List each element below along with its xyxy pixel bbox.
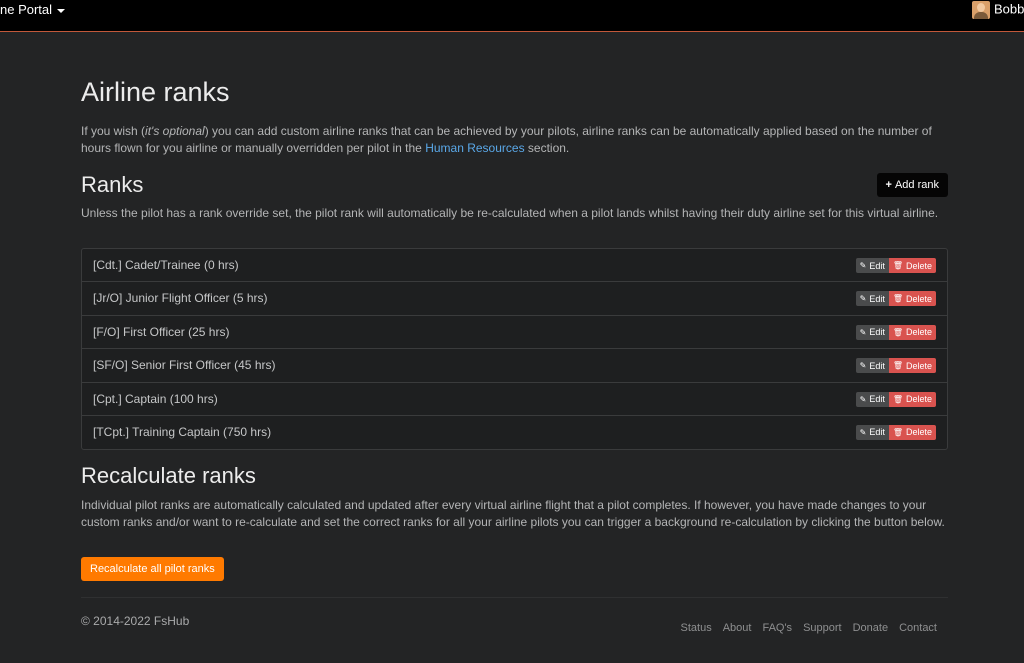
rank-row: [F/O] First Officer (25 hrs) ✎ Edit 🗑 Delete [82,316,947,350]
footer-link[interactable]: About [723,622,752,634]
portal-menu-label: ne Portal [0,2,53,17]
rank-actions: ✎ Edit 🗑 Delete [855,324,936,340]
rank-row: [Cpt.] Captain (100 hrs) ✎ Edit 🗑 Delete [82,383,947,416]
rank-name: [Jr/O] Junior Flight Officer (5 hrs) [93,291,268,306]
rank-actions: ✎ Edit 🗑 Delete [855,291,936,307]
intro-part-3: section. [524,141,570,155]
rank-row: [TCpt.] Training Captain (750 hrs) ✎ Edit 🗑… [82,416,947,449]
edit-label: Edit [869,394,885,405]
edit-label: Edit [869,327,885,338]
edit-icon: ✎ [859,294,867,304]
delete-rank-button[interactable]: 🗑 Delete [888,291,936,307]
rank-actions: ✎ Edit 🗑 Delete [855,424,936,440]
delete-label: Delete [905,293,932,304]
ranks-description: Unless the pilot has a rank override set… [81,206,939,220]
intro-part-1: If you wish ( [81,124,146,138]
delete-label: Delete [905,260,932,271]
trash-icon: 🗑 [892,261,903,270]
caret-down-icon [57,8,66,13]
edit-rank-button[interactable]: ✎ Edit [855,291,889,307]
rank-name: [F/O] First Officer (25 hrs) [93,324,230,339]
edit-label: Edit [869,427,885,438]
copyright: © 2014-2022 FsHub [81,614,190,628]
footer-link[interactable]: Donate [853,622,888,634]
edit-icon: ✎ [859,327,867,337]
rank-actions: ✎ Edit 🗑 Delete [855,358,936,374]
edit-label: Edit [869,293,885,304]
trash-icon: 🗑 [892,294,903,304]
rank-row: [Cdt.] Cadet/Trainee (0 hrs) ✎ Edit 🗑 Delete [82,249,947,283]
delete-rank-button[interactable]: 🗑 Delete [888,324,936,340]
delete-rank-button[interactable]: 🗑 Delete [888,258,936,273]
delete-label: Delete [905,327,932,338]
rank-row: [SF/O] Senior First Officer (45 hrs) ✎ Edi… [82,349,947,383]
edit-rank-button[interactable]: ✎ Edit [855,424,889,440]
user-menu[interactable]: Bobby [972,1,1024,19]
add-rank-label: Add rank [894,179,939,191]
edit-label: Edit [869,360,885,371]
trash-icon: 🗑 [892,327,903,337]
trash-icon: 🗑 [892,427,903,437]
rank-name: [Cpt.] Captain (100 hrs) [93,391,218,406]
edit-rank-button[interactable]: ✎ Edit [855,324,889,340]
edit-icon: ✎ [859,361,867,371]
rank-name: [Cdt.] Cadet/Trainee (0 hrs) [93,258,239,272]
rank-name: [SF/O] Senior First Officer (45 hrs) [93,358,276,373]
delete-label: Delete [905,427,932,438]
rank-actions: ✎ Edit 🗑 Delete [855,391,936,407]
page-title: Airline ranks [81,77,230,107]
recalculate-button[interactable]: Recalculate all pilot ranks [81,557,224,581]
delete-label: Delete [905,360,932,371]
add-rank-button[interactable]: + Add rank [876,173,948,197]
edit-rank-button[interactable]: ✎ Edit [855,358,889,374]
edit-icon: ✎ [859,427,867,437]
trash-icon: 🗑 [892,394,903,404]
edit-icon: ✎ [859,261,867,270]
edit-rank-button[interactable]: ✎ Edit [855,391,889,407]
rank-actions: ✎ Edit 🗑 Delete [855,258,936,273]
intro-text: If you wish (it's optional) you can add … [81,123,948,157]
recalculate-description: Individual pilot ranks are automatically… [81,498,945,529]
trash-icon: 🗑 [892,361,903,371]
delete-rank-button[interactable]: 🗑 Delete [888,358,936,374]
edit-label: Edit [869,260,885,271]
delete-label: Delete [905,394,932,405]
plus-icon: + [885,179,892,191]
ranks-heading: Ranks [81,172,144,197]
user-name: Bobby [994,1,1024,17]
intro-emphasis: it's optional [145,124,205,138]
top-navbar: ne Portal Bobby [0,0,1024,32]
delete-rank-button[interactable]: 🗑 Delete [888,391,936,407]
rank-row: [Jr/O] Junior Flight Officer (5 hrs) ✎ Edi… [82,282,947,316]
edit-icon: ✎ [859,394,867,404]
footer-link[interactable]: Contact [899,622,937,634]
delete-rank-button[interactable]: 🗑 Delete [888,424,936,440]
footer-links: Status About FAQ's Support Donate Contact [681,622,937,634]
portal-menu[interactable]: ne Portal [0,2,66,17]
footer-link[interactable]: Status [681,622,712,634]
avatar [972,1,990,19]
footer-divider [81,597,948,598]
rank-list: [Cdt.] Cadet/Trainee (0 hrs) ✎ Edit 🗑 Delete… [81,248,948,451]
human-resources-link[interactable]: Human Resources [425,141,524,155]
recalculate-heading: Recalculate ranks [81,463,256,488]
footer-link[interactable]: Support [803,622,842,634]
edit-rank-button[interactable]: ✎ Edit [855,258,889,273]
rank-name: [TCpt.] Training Captain (750 hrs) [93,424,272,439]
footer-link[interactable]: FAQ's [762,622,792,634]
